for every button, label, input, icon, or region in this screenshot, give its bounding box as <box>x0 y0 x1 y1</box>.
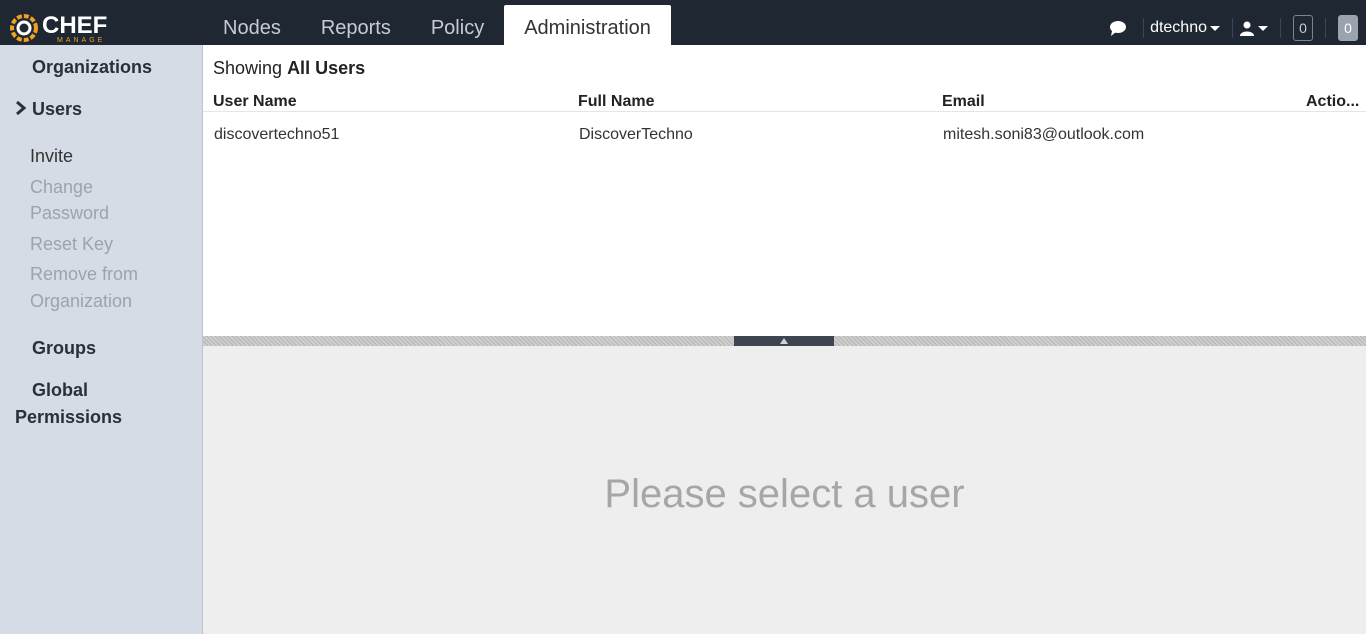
sidebar-item-organizations[interactable]: Organizations <box>32 57 152 78</box>
chef-manage-logo[interactable]: CHEF MANAGE <box>10 10 120 44</box>
panel-splitter[interactable] <box>203 336 1366 346</box>
cell-user-name: discovertechno51 <box>214 126 340 143</box>
sidebar-item-global-permissions-line2[interactable]: Permissions <box>15 407 122 428</box>
table-row[interactable]: discovertechno51 DiscoverTechno mitesh.s… <box>203 113 1366 143</box>
chevron-up-icon <box>780 338 788 344</box>
chevron-right-icon <box>16 100 27 116</box>
divider <box>1143 18 1145 38</box>
top-navbar: CHEF MANAGE Nodes Reports Policy Adminis… <box>0 0 1366 45</box>
column-header-user-name[interactable]: User Name <box>213 93 297 111</box>
sidebar-action-reset-key: Reset Key <box>30 234 114 254</box>
tab-nodes[interactable]: Nodes <box>203 0 301 45</box>
logo-word: CHEF <box>42 12 108 39</box>
sidebar-action-change-password: Change <box>30 177 94 197</box>
sidebar-action-change-password-line2: Password <box>30 203 110 223</box>
sidebar-item-global-permissions[interactable]: Global <box>32 380 88 401</box>
notification-count-badge[interactable]: 0 <box>1293 15 1313 41</box>
sidebar-action-remove-from-org: Remove from <box>30 264 139 284</box>
chef-logo-icon <box>10 14 38 42</box>
main-tabs: Nodes Reports Policy Administration <box>203 0 671 45</box>
tab-administration[interactable]: Administration <box>504 5 671 45</box>
chevron-down-icon <box>1258 25 1268 31</box>
table-header: User Name Full Name Email Actio... <box>203 91 1366 112</box>
divider <box>1280 18 1281 38</box>
sidebar-item-users[interactable]: Users <box>32 99 82 120</box>
admin-sidebar: Organizations Users Invite Change Passwo… <box>0 45 203 634</box>
divider <box>1232 18 1233 38</box>
person-icon <box>1240 21 1254 36</box>
tab-policy[interactable]: Policy <box>411 0 504 45</box>
cell-email: mitesh.soni83@outlook.com <box>943 126 1145 143</box>
chevron-down-icon <box>1210 25 1220 31</box>
divider <box>1325 18 1326 38</box>
users-list-panel: Showing All Users User Name Full Name Em… <box>203 45 1366 336</box>
showing-prefix: Showing <box>213 58 288 78</box>
username-label: dtechno <box>1150 19 1207 36</box>
sidebar-item-groups[interactable]: Groups <box>32 338 96 359</box>
account-dropdown[interactable] <box>1239 20 1268 36</box>
showing-filter: All Users <box>287 58 366 78</box>
showing-heading: Showing All Users <box>213 58 365 79</box>
tab-reports[interactable]: Reports <box>301 0 411 45</box>
empty-detail-message: Please select a user <box>604 472 965 516</box>
column-header-full-name[interactable]: Full Name <box>578 93 654 111</box>
header-tools: dtechno 0 0 <box>1109 14 1366 42</box>
user-dropdown[interactable]: dtechno <box>1150 19 1220 37</box>
sidebar-action-invite[interactable]: Invite <box>30 146 73 167</box>
chat-bubble-icon[interactable] <box>1109 19 1127 37</box>
user-detail-panel: Please select a user <box>203 346 1366 634</box>
sidebar-action-remove-from-org-line2: Organization <box>30 291 133 311</box>
cell-full-name: DiscoverTechno <box>579 126 693 143</box>
alert-count-badge[interactable]: 0 <box>1338 15 1358 41</box>
column-header-email[interactable]: Email <box>942 93 985 111</box>
column-header-actions[interactable]: Actio... <box>1306 93 1359 111</box>
logo-subtitle: MANAGE <box>57 37 106 44</box>
